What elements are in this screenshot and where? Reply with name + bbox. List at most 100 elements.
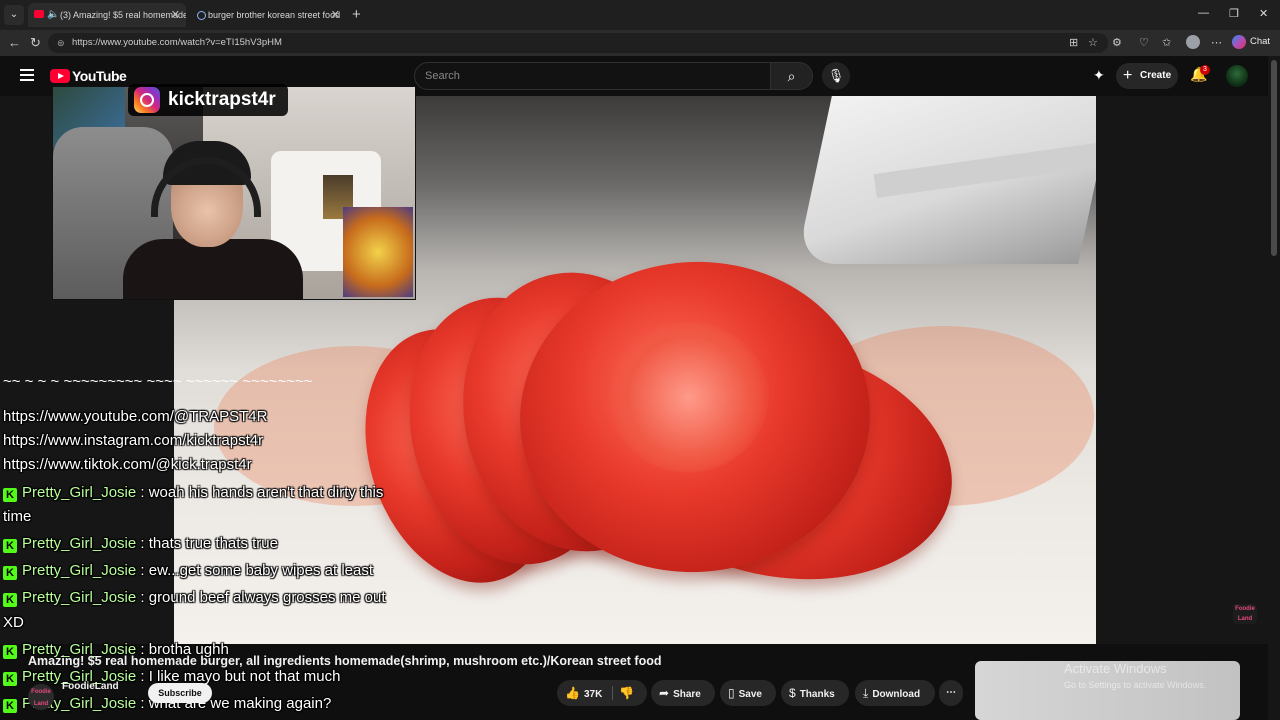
chat-message: K Pretty_Girl_Josie : ew...get some baby … xyxy=(3,562,373,580)
kick-badge-icon: K xyxy=(3,566,17,580)
channel-watermark[interactable]: Foodie Land xyxy=(1233,604,1257,624)
chat-message: K Pretty_Girl_Josie : thats true thats tr… xyxy=(3,535,278,553)
youtube-wordmark: YouTube xyxy=(72,68,127,84)
bookmark-icon: ▯ xyxy=(728,686,735,700)
performance-icon[interactable]: ♡ xyxy=(1139,35,1149,51)
thanks-dollar-icon: $ xyxy=(789,686,796,700)
instagram-handle: kicktrapst4r xyxy=(168,89,276,110)
like-count: 37K xyxy=(583,689,603,700)
tab-search[interactable]: burger brother korean street food ✕ xyxy=(190,3,346,27)
chat-text: : woah his hands aren't that dirty this xyxy=(136,484,384,501)
minimize-icon[interactable]: — xyxy=(1198,7,1209,19)
share-button[interactable]: ➦ Share xyxy=(651,680,715,706)
chat-message: K Pretty_Girl_Josie : ground beef always … xyxy=(3,589,386,607)
kick-badge-icon: K xyxy=(3,699,17,713)
chat-username: Pretty_Girl_Josie xyxy=(22,562,137,579)
browser-address-bar: ← ↻ ⊜ https://www.youtube.com/watch?v=eT… xyxy=(0,30,1280,56)
more-actions-button[interactable]: ⋯ xyxy=(939,680,963,706)
close-tab-icon[interactable]: ✕ xyxy=(331,3,340,27)
plus-icon: + xyxy=(1123,67,1133,84)
account-avatar[interactable] xyxy=(1226,65,1248,87)
reload-icon[interactable]: ↻ xyxy=(30,34,41,52)
menu-icon[interactable] xyxy=(20,69,34,81)
new-tab-button[interactable]: + xyxy=(352,5,361,25)
youtube-favicon-icon xyxy=(34,10,44,18)
save-button[interactable]: ▯ Save xyxy=(720,680,776,706)
copilot-chat-button[interactable]: Chat xyxy=(1232,33,1270,51)
kick-badge-icon: K xyxy=(3,593,17,607)
extensions-icon[interactable]: ⚙ xyxy=(1112,35,1122,51)
apps-icon[interactable]: ⊞ xyxy=(1069,35,1078,51)
favorites-icon[interactable]: ✩ xyxy=(1162,35,1171,51)
url-field[interactable]: ⊜ https://www.youtube.com/watch?v=eTI15h… xyxy=(48,33,1108,53)
kick-badge-icon: K xyxy=(3,488,17,502)
notification-badge: 3 xyxy=(1200,65,1210,75)
chat-cropped-line: ~~ ~ ~ ~ ~~~~~~~~~ ~~~~ ~~~~~~ ~~~~~~~~ xyxy=(3,380,313,390)
back-icon[interactable]: ← xyxy=(8,34,21,52)
instagram-icon xyxy=(134,87,160,113)
dislike-button[interactable]: 👎 xyxy=(619,680,634,706)
chat-label: Chat xyxy=(1250,36,1271,47)
chat-username: Pretty_Girl_Josie xyxy=(22,484,137,501)
instagram-handle-tag: kicktrapst4r xyxy=(128,84,288,116)
like-divider xyxy=(612,686,613,700)
chat-text: : ground beef always grosses me out xyxy=(136,589,386,606)
share-icon: ➦ xyxy=(659,686,670,700)
activate-windows-title: Activate Windows xyxy=(1064,661,1167,676)
thanks-button[interactable]: $ Thanks xyxy=(781,680,849,706)
close-tab-icon[interactable]: ✕ xyxy=(171,3,180,27)
close-window-icon[interactable]: ✕ xyxy=(1259,7,1268,20)
tomato-core xyxy=(603,316,774,478)
screen: ⌄ 🔈 (3) Amazing! $5 real homemade burger… xyxy=(0,0,1280,720)
search-icon: ⌕ xyxy=(787,68,796,84)
page-scrollbar[interactable] xyxy=(1268,56,1280,720)
speaker-icon[interactable]: 🔈 xyxy=(47,3,59,27)
more-menu-icon[interactable]: ⋯ xyxy=(1211,35,1222,51)
search-button[interactable]: ⌕ xyxy=(771,62,813,90)
scrollbar-thumb[interactable] xyxy=(1271,60,1277,256)
chat-link-youtube: https://www.youtube.com/@TRAPST4R xyxy=(3,408,268,425)
tab-title: (3) Amazing! $5 real homemade burger xyxy=(60,10,186,20)
microphone-icon: 🎙 xyxy=(827,68,845,83)
like-button[interactable]: 👍 37K xyxy=(565,680,602,708)
thanks-label: Thanks xyxy=(799,689,835,700)
kick-badge-icon: K xyxy=(3,539,17,553)
chat-text: : ew...get some baby wipes at least xyxy=(136,562,374,579)
chat-message-wrap: time xyxy=(3,508,32,525)
share-label: Share xyxy=(673,689,701,700)
chat-username: Pretty_Girl_Josie xyxy=(22,535,137,552)
channel-avatar[interactable]: Foodie Land xyxy=(28,684,54,710)
activate-windows-subtitle: Go to Settings to activate Windows. xyxy=(1064,680,1207,690)
webcam-artwork xyxy=(343,207,413,297)
tab-youtube-video[interactable]: 🔈 (3) Amazing! $5 real homemade burger ✕ xyxy=(28,3,186,27)
channel-name[interactable]: FoodieLand xyxy=(62,681,119,692)
kick-badge-icon: K xyxy=(3,672,17,686)
like-dislike-group: 👍 37K 👎 xyxy=(557,680,647,706)
chat-link-tiktok: https://www.tiktok.com/@kick.trapst4r xyxy=(3,456,252,473)
subscribe-button[interactable]: Subscribe xyxy=(148,683,212,703)
youtube-play-icon xyxy=(50,69,70,83)
chat-message-wrap: XD xyxy=(3,614,24,631)
browser-tab-bar: ⌄ 🔈 (3) Amazing! $5 real homemade burger… xyxy=(0,0,1280,30)
chat-link-instagram: https://www.instagram.com/kicktrapst4r xyxy=(3,432,264,449)
video-title: Amazing! $5 real homemade burger, all in… xyxy=(28,654,662,668)
more-dots-icon: ⋯ xyxy=(946,687,956,698)
search-input[interactable]: Search xyxy=(414,62,771,90)
search-favicon-icon xyxy=(197,11,206,20)
tab-list-button[interactable]: ⌄ xyxy=(4,5,24,25)
url-text: https://www.youtube.com/watch?v=eTI15hV3… xyxy=(72,37,282,48)
restore-icon[interactable]: ❐ xyxy=(1229,7,1239,20)
create-button[interactable]: + Create xyxy=(1116,63,1178,89)
tab-title: burger brother korean street food xyxy=(208,10,341,20)
voice-search-button[interactable]: 🎙 xyxy=(822,62,850,90)
copilot-icon xyxy=(1232,35,1246,49)
save-label: Save xyxy=(738,689,762,700)
site-info-icon[interactable]: ⊜ xyxy=(57,33,65,53)
create-label: Create xyxy=(1140,70,1172,81)
favorite-star-icon[interactable]: ☆ xyxy=(1088,35,1098,51)
browser-profile-avatar[interactable] xyxy=(1186,35,1200,49)
download-button[interactable]: ⤓ Download xyxy=(855,680,935,706)
premium-spark-icon[interactable]: ✦ xyxy=(1093,67,1105,84)
chat-username: Pretty_Girl_Josie xyxy=(22,589,137,606)
download-icon: ⤓ xyxy=(863,686,869,700)
